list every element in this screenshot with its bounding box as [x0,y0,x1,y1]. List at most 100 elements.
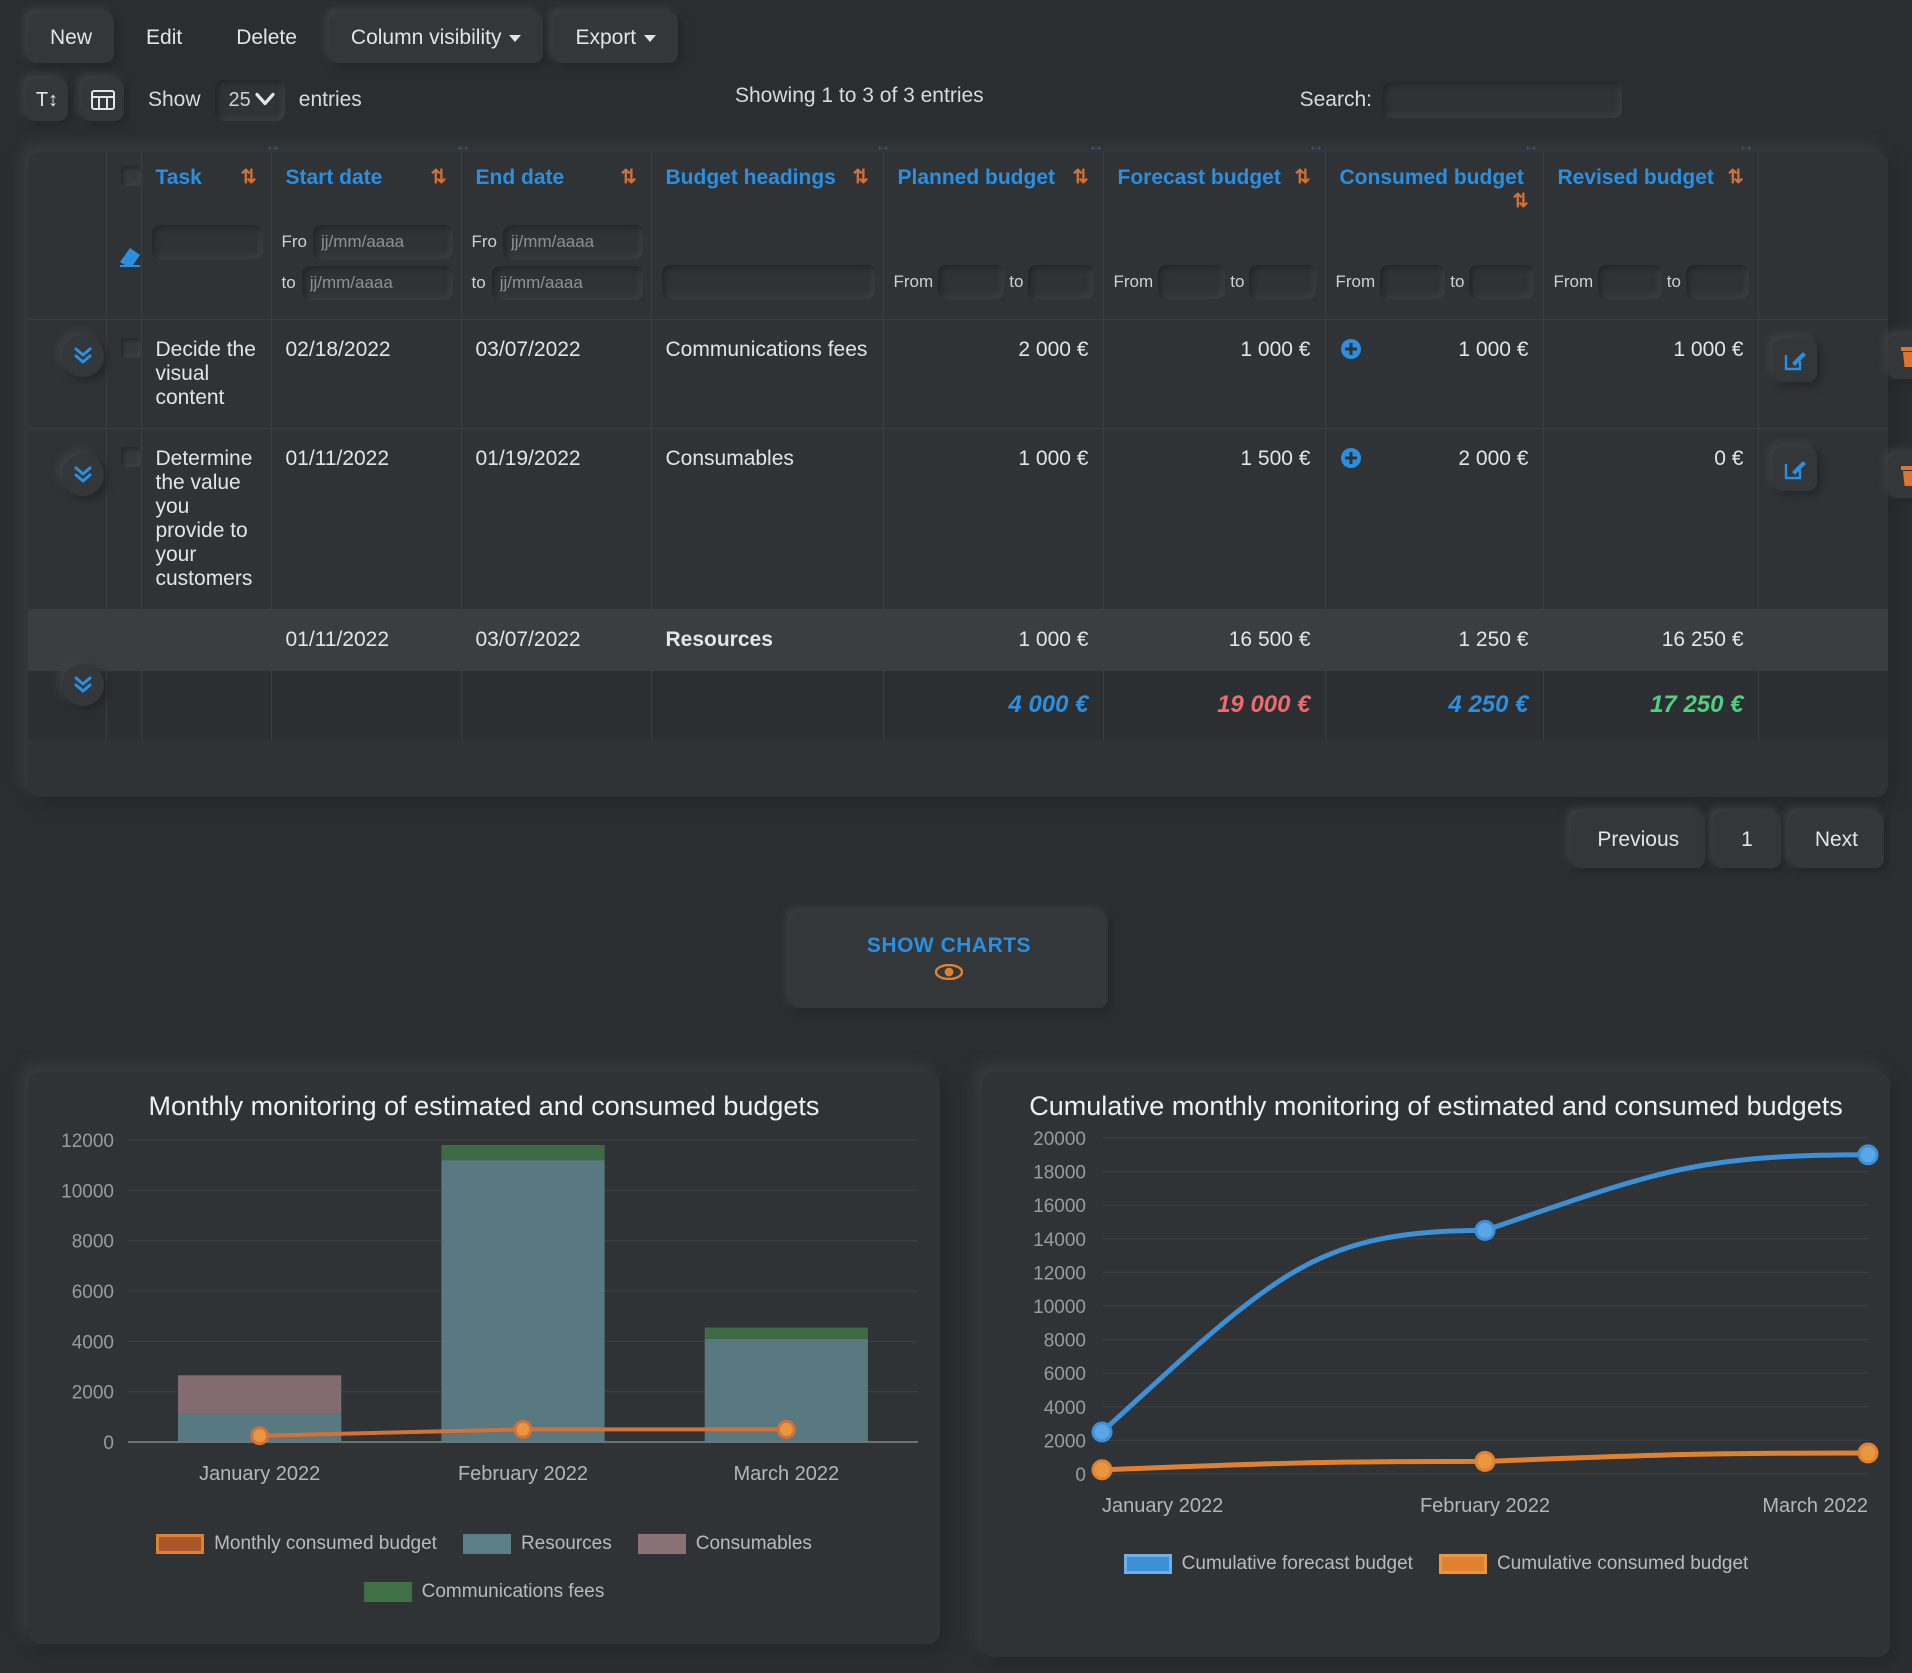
filter-task-input[interactable] [151,225,263,259]
show-charts-button[interactable]: SHOW CHARTS [790,912,1108,1008]
filter-to-label: to [1450,272,1465,291]
row-expand-toggle[interactable] [62,335,104,377]
sort-icon[interactable]: ⇅ [241,166,257,189]
svg-text:February 2022: February 2022 [458,1463,588,1485]
filter-forecast-to[interactable] [1249,265,1317,299]
column-label: Revised budget [1557,166,1714,189]
new-button[interactable]: New [28,13,115,63]
plus-circle-icon[interactable] [1340,338,1362,366]
legend-item[interactable]: Cumulative consumed budget [1438,1553,1748,1575]
legend-item[interactable]: Monthly consumed budget [156,1533,437,1555]
select-all-checkbox[interactable] [120,166,141,186]
edit-pencil-icon[interactable] [1772,338,1817,382]
trash-icon[interactable] [1888,454,1912,498]
column-label: Start date [285,166,383,189]
filter-to-label: to [1230,272,1245,291]
filter-end-date-from[interactable] [503,225,643,259]
svg-text:January 2022: January 2022 [199,1463,320,1485]
sort-icon[interactable]: ⇅ [431,166,447,189]
chevron-double-down-icon [74,347,92,364]
column-header-budget-headings[interactable]: Budget headings ⇅ [651,152,884,221]
cell-start-date: 02/18/2022 [271,319,462,429]
filter-planned-from[interactable] [938,265,1005,299]
filter-consumed-from[interactable] [1380,265,1446,299]
filter-planned-to[interactable] [1028,265,1095,299]
legend-item[interactable]: Cumulative forecast budget [1123,1553,1413,1575]
sort-icon[interactable]: ⇅ [1295,166,1311,189]
delete-row-button-2[interactable] [1888,454,1912,498]
column-label: Consumed budget [1339,166,1524,189]
filter-from-label: From [1113,272,1154,291]
table-layout-icon[interactable] [82,79,124,121]
previous-page-button[interactable]: Previous [1571,812,1706,868]
table-row[interactable]: Determine the value you provide to your … [28,428,1888,610]
cell-start-date: 01/11/2022 [271,609,462,671]
delete-button[interactable]: Delete [214,13,319,63]
column-visibility-button[interactable]: Column visibility [328,13,544,63]
column-label: Planned budget [897,166,1056,189]
sort-icon[interactable]: ⇅ [853,166,869,189]
filter-revised-to[interactable] [1685,265,1750,299]
sort-icon[interactable]: ⇅ [1728,166,1744,189]
cumulative-budget-chart-card: Cumulative monthly monitoring of estimat… [982,1072,1890,1657]
sort-icon[interactable]: ⇅ [1073,166,1089,189]
legend-item[interactable]: Communications fees [363,1581,604,1603]
filter-revised-from[interactable] [1598,265,1662,299]
column-header-end-date[interactable]: End date ⇅ [461,152,652,221]
svg-text:January 2022: January 2022 [1102,1495,1223,1517]
row-expander-cell [28,428,107,610]
plus-circle-icon[interactable] [1340,447,1362,475]
svg-text:4000: 4000 [72,1333,114,1354]
filter-cell-revised-budget: From to [1543,221,1759,320]
filter-end-date-to[interactable] [491,266,643,300]
svg-text:10000: 10000 [61,1182,114,1203]
chart-title: Monthly monitoring of estimated and cons… [148,1091,820,1121]
filter-consumed-to[interactable] [1469,265,1535,299]
column-header-start-date[interactable]: Start date ⇅ [271,152,462,221]
filter-start-date-from[interactable] [313,225,453,259]
column-header-forecast-budget[interactable]: Forecast budget ⇅ [1103,152,1326,221]
legend-item[interactable]: Resources [462,1533,612,1555]
legend-swatch [1123,1554,1172,1575]
search-input[interactable] [1382,82,1622,118]
column-header-revised-budget[interactable]: Revised budget ⇅ [1543,152,1759,221]
column-header-planned-budget[interactable]: Planned budget ⇅ [883,152,1104,221]
sort-icon[interactable]: ⇅ [621,166,637,189]
table-filter-row: Fro to Fro to From [28,221,1888,320]
filter-start-date-to[interactable] [301,266,453,300]
column-header-task[interactable]: Task ⇅ [141,152,272,221]
eraser-icon[interactable] [117,248,143,275]
row-expand-toggle[interactable] [62,664,104,706]
legend-item[interactable]: Consumables [637,1533,812,1555]
row-expand-toggle[interactable] [62,454,104,496]
row-checkbox[interactable] [120,447,141,467]
edit-button[interactable]: Edit [124,13,204,63]
trash-icon[interactable] [1888,335,1912,379]
filter-forecast-from[interactable] [1158,265,1226,299]
page-1-button[interactable]: 1 [1713,812,1781,868]
export-button[interactable]: Export [553,13,679,63]
delete-row-button-1[interactable] [1888,335,1912,379]
show-charts-label: SHOW CHARTS [866,934,1032,957]
filter-budget-headings-input[interactable] [661,265,875,299]
svg-text:2000: 2000 [1044,1432,1086,1453]
edit-pencil-icon[interactable] [1772,447,1817,491]
toolbar-buttons-row: New Edit Delete Column visibility Export [0,0,1912,70]
filter-cell-forecast-budget: From to [1103,221,1326,320]
row-checkbox[interactable] [120,338,141,358]
svg-text:4000: 4000 [1044,1398,1086,1419]
cell-revised-budget: 1 000 € [1543,319,1759,429]
svg-text:10000: 10000 [1033,1297,1086,1318]
chevron-double-down-icon [74,466,92,483]
cell-planned-budget: 1 000 € [883,428,1104,610]
next-page-button[interactable]: Next [1788,812,1884,868]
sort-icon[interactable]: ⇅ [1513,190,1529,213]
cell-forecast-budget: 1 500 € [1103,428,1326,610]
table-row[interactable]: 01/11/2022 03/07/2022 Resources 1 000 € … [28,609,1888,671]
column-header-consumed-budget[interactable]: Consumed budget ⇅ [1325,152,1544,221]
cell-budget-heading: Resources [651,609,884,671]
entries-select[interactable]: 25 [214,79,285,121]
svg-text:March 2022: March 2022 [1762,1495,1868,1517]
text-size-icon[interactable]: T↕ [26,79,68,121]
table-row[interactable]: Decide the visual content 02/18/2022 03/… [28,319,1888,429]
